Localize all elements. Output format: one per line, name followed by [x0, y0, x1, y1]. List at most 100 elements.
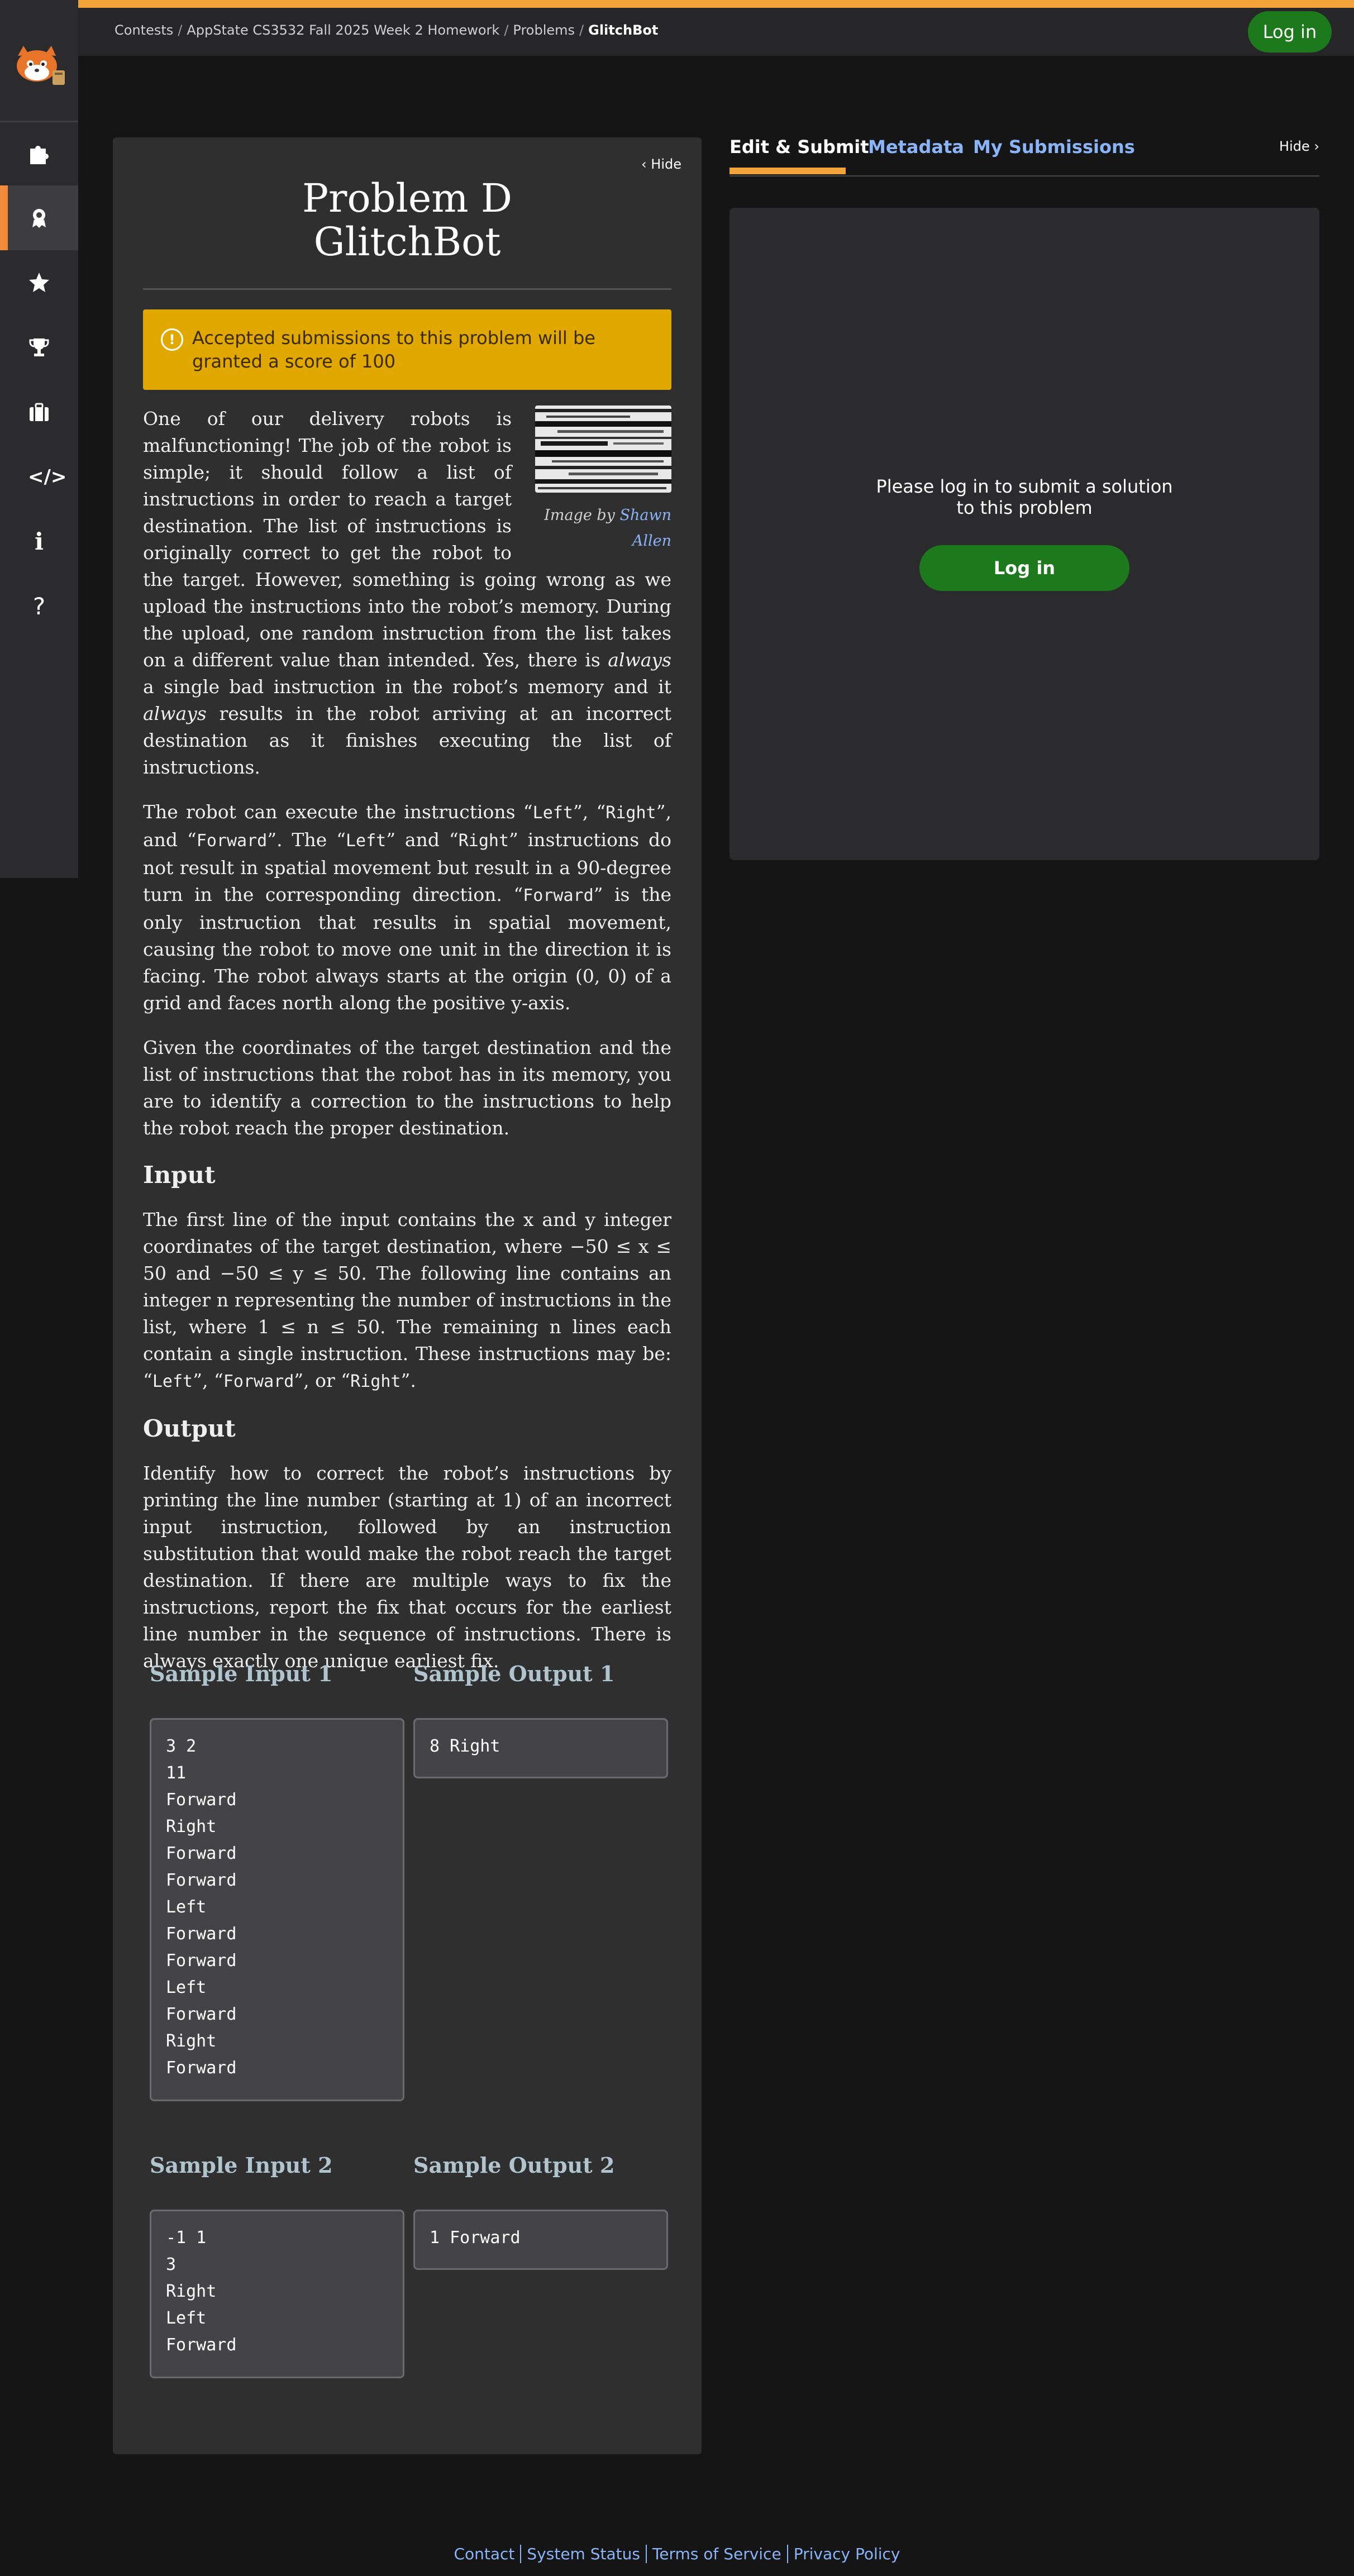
- sidebar-item-languages[interactable]: </>: [0, 445, 78, 509]
- footer-link-system-status[interactable]: System Status: [520, 2545, 646, 2563]
- sidebar-item-challenge[interactable]: [0, 250, 78, 315]
- text-span: ”, “: [573, 801, 606, 823]
- sample-line: 8 Right: [430, 1737, 500, 1756]
- sample-line: Forward: [166, 2335, 237, 2355]
- code-keyword: Forward: [196, 831, 268, 851]
- text-span: results in the robot arriving at an inco…: [143, 703, 671, 778]
- briefcase-icon: [30, 403, 49, 421]
- footer-link-terms[interactable]: Terms of Service: [645, 2545, 787, 2563]
- hide-label: Hide: [651, 156, 681, 172]
- sample-output-1-box[interactable]: 8 Right: [413, 1718, 668, 1778]
- text-span: The robot can execute the instructions “: [143, 801, 533, 823]
- sidebar-item-info[interactable]: i: [0, 509, 78, 574]
- emphasis: always: [608, 649, 671, 671]
- text-span: ” and “: [386, 829, 459, 851]
- statement-paragraph-2: The robot can execute the instructions “…: [143, 799, 671, 1017]
- code-keyword: Left: [532, 803, 573, 823]
- submission-panel: Please log in to submit a solution to th…: [730, 208, 1319, 860]
- sidebar-item-ranklists[interactable]: [0, 315, 78, 380]
- code-keyword: Forward: [523, 886, 594, 905]
- sample-input-2-content: -1 1 3 Right Left Forward: [166, 2225, 236, 2359]
- hide-label: Hide: [1279, 139, 1310, 154]
- score-alert-text: Accepted submissions to this problem wil…: [192, 327, 595, 372]
- footer: Contact System Status Terms of Service Priv…: [0, 2545, 1354, 2563]
- sample-input-1-content: 3 2 11 Forward Right Forward Forward Lef…: [166, 1733, 236, 2082]
- puzzle-icon: [30, 145, 49, 164]
- help-icon: ?: [32, 593, 46, 620]
- code-keyword: Right: [606, 803, 656, 823]
- text-span: ”, or “: [294, 1370, 351, 1391]
- problem-statement: Image by Shawn Allen One of our delivery…: [143, 406, 671, 1692]
- sample-line: Forward: [166, 1924, 237, 1944]
- emphasis: always: [143, 703, 207, 724]
- caption-prefix: Image by: [544, 507, 620, 524]
- breadcrumb-separator: /: [178, 22, 183, 38]
- problem-title: Problem D GlitchBot: [113, 176, 702, 264]
- sample-line: Right: [166, 2282, 217, 2301]
- problem-name: GlitchBot: [313, 219, 501, 265]
- footer-link-contact[interactable]: Contact: [448, 2545, 520, 2563]
- top-accent-stripe: [0, 0, 1354, 8]
- sidebar-item-help[interactable]: ?: [0, 574, 78, 639]
- image-author-link[interactable]: Shawn Allen: [620, 507, 671, 550]
- sample-line: 1 Forward: [430, 2228, 521, 2248]
- trophy-icon: [29, 338, 49, 356]
- sample-output-1-label: Sample Output 1: [413, 1661, 615, 1686]
- sample-line: Forward: [166, 1790, 237, 1810]
- sample-line: Forward: [166, 1951, 237, 1971]
- code-keyword: Right: [350, 1372, 401, 1391]
- sample-output-2-content: 1 Forward: [430, 2225, 521, 2251]
- breadcrumb-contests[interactable]: Contests: [115, 22, 173, 38]
- exclamation-icon: !: [161, 328, 183, 351]
- chevron-right-icon: ›: [1309, 139, 1319, 154]
- tab-edit-submit[interactable]: Edit & Submit: [730, 136, 869, 158]
- sidebar: </> i ?: [0, 0, 78, 878]
- sample-line: Forward: [166, 2058, 237, 2078]
- code-keyword: Forward: [223, 1372, 294, 1391]
- sample-input-2-box[interactable]: -1 1 3 Right Left Forward: [150, 2210, 404, 2378]
- submit-login-button[interactable]: Log in: [919, 545, 1129, 591]
- text-span: The first line of the input contains the…: [143, 1209, 671, 1391]
- badge-icon: [32, 209, 46, 228]
- output-description: Identify how to correct the robot’s inst…: [143, 1462, 671, 1672]
- code-keyword: Left: [152, 1372, 193, 1391]
- tab-metadata[interactable]: Metadata: [868, 136, 964, 158]
- problem-figure: Image by Shawn Allen: [535, 406, 671, 554]
- text-span: ”.: [401, 1370, 416, 1391]
- info-icon: i: [35, 528, 44, 555]
- text-span: ”, “: [193, 1370, 223, 1391]
- sample-input-2-label: Sample Input 2: [150, 2153, 333, 2178]
- output-heading: Output: [143, 1415, 236, 1442]
- sample-line: Right: [166, 2031, 217, 2051]
- login-message-text: Please log in to submit a solution to th…: [876, 476, 1173, 518]
- sample-output-2-box[interactable]: 1 Forward: [413, 2210, 668, 2270]
- breadcrumb-problems[interactable]: Problems: [513, 22, 575, 38]
- sidebar-item-jobs[interactable]: [0, 380, 78, 445]
- sample-line: Forward: [166, 2005, 237, 2024]
- hide-submission-button[interactable]: Hide ›: [1279, 139, 1319, 154]
- sample-line: Left: [166, 2308, 207, 2328]
- header-login-button[interactable]: Log in: [1248, 11, 1332, 53]
- active-tab-underline: [730, 168, 846, 174]
- login-message: Please log in to submit a solution to th…: [730, 476, 1319, 518]
- footer-link-privacy[interactable]: Privacy Policy: [786, 2545, 906, 2563]
- sample-line: 3 2: [166, 1737, 197, 1756]
- statement-paragraph-3: Given the coordinates of the target dest…: [143, 1037, 671, 1139]
- submission-tabs: Edit & Submit Metadata My Submissions Hi…: [730, 136, 1319, 176]
- code-keyword: Right: [458, 831, 509, 851]
- hide-problem-button[interactable]: ‹ Hide: [641, 156, 681, 172]
- sidebar-item-problems[interactable]: [0, 121, 78, 185]
- tab-my-submissions[interactable]: My Submissions: [973, 136, 1135, 158]
- breadcrumb-current: GlitchBot: [588, 22, 659, 38]
- sample-line: 11: [166, 1763, 187, 1783]
- breadcrumb-contest-name[interactable]: AppState CS3532 Fall 2025 Week 2 Homewor…: [187, 22, 499, 38]
- logo-container[interactable]: [0, 0, 78, 122]
- image-caption: Image by Shawn Allen: [535, 503, 671, 554]
- sample-line: 3: [166, 2255, 177, 2274]
- sample-output-1-content: 8 Right: [430, 1733, 500, 1760]
- input-heading: Input: [143, 1161, 216, 1189]
- sidebar-item-contests[interactable]: [0, 185, 78, 250]
- sample-input-1-box[interactable]: 3 2 11 Forward Right Forward Forward Lef…: [150, 1718, 404, 2101]
- breadcrumb: Contests / AppState CS3532 Fall 2025 Week …: [115, 22, 658, 38]
- input-description: The first line of the input contains the…: [143, 1206, 671, 1395]
